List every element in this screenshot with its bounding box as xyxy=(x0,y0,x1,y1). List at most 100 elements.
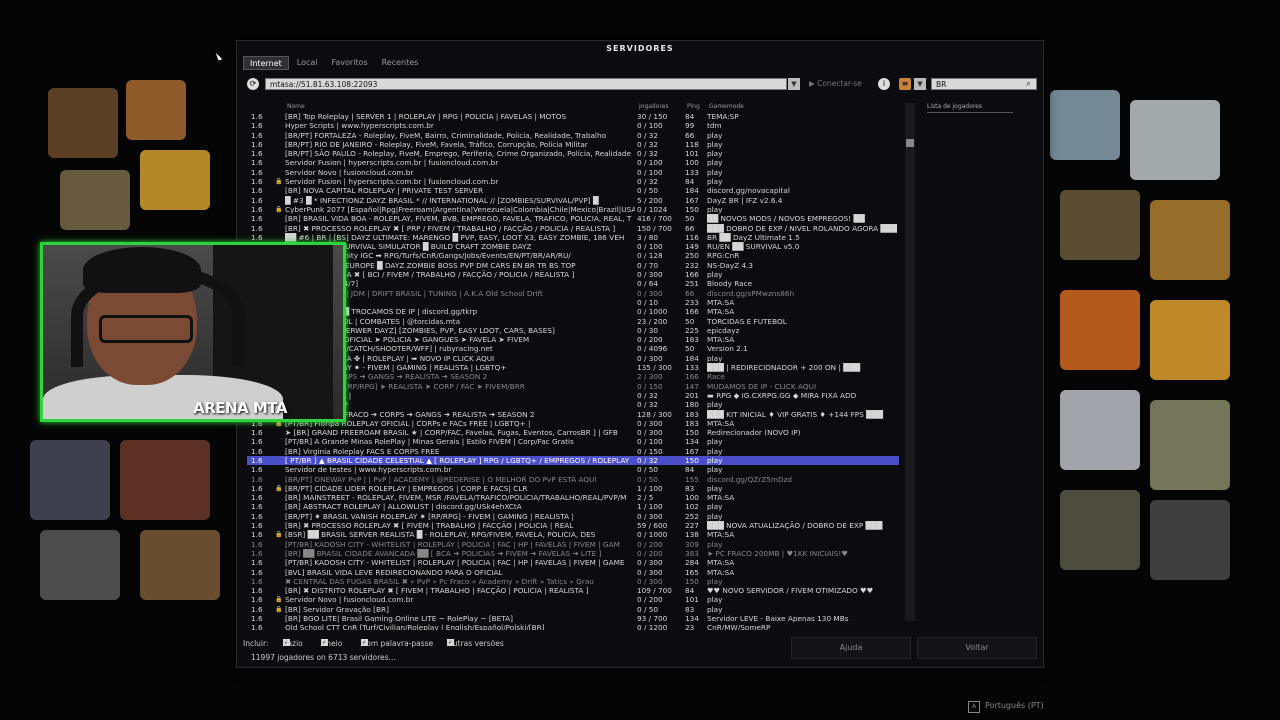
server-row[interactable]: 1.6 [PT/BR] KADOSH CITY - WHITELIST | ROL… xyxy=(247,540,899,549)
server-players: 2 / 300 xyxy=(637,372,663,382)
server-gamemode: RPG:CnR xyxy=(707,251,740,261)
lock-icon: 🔒 xyxy=(275,596,283,604)
column-name[interactable]: Nome xyxy=(287,103,305,110)
server-name: ██ #6 | BR | [BS] DAYZ ULTIMATE: MARENGO… xyxy=(285,232,625,242)
server-gamemode: ➤ PC FRACO 200MB | ♥1KK INICIAIS!♥ xyxy=(707,548,848,558)
address-dropdown-icon[interactable]: ▼ xyxy=(788,78,800,90)
server-gamemode: RU/EN ██ SURVIVAL v5.0 xyxy=(707,242,800,252)
server-row[interactable]: 1.6 [BR/PT] SÃO PAULO - Roleplay, FiveM, … xyxy=(247,149,899,158)
server-row[interactable]: 1.6 [BR] Virginia Roleplay FACS E CORPS F… xyxy=(247,447,899,456)
server-row[interactable]: 1.6 [PT/BR] A Grande Minas RolePlay | Min… xyxy=(247,437,899,446)
server-players: 0 / 32 xyxy=(637,177,659,187)
server-name: [BR] NOVA CAPITAL ROLEPLAY | PRIVATE TES… xyxy=(285,186,484,196)
server-name: [PT/BR] KADOSH CITY - WHITELIST | ROLEPL… xyxy=(285,558,625,568)
server-row[interactable]: 1.6 [BR] MAINSTREET - ROLEPLAY, FIVEM, MS… xyxy=(247,493,899,502)
column-players[interactable]: Jogadores xyxy=(639,103,669,110)
server-players: 0 / 300 xyxy=(637,428,663,438)
server-gamemode: play xyxy=(707,539,723,549)
server-players: 0 / 150 xyxy=(637,446,663,456)
info-icon[interactable]: i xyxy=(878,78,890,90)
server-row[interactable]: 1.6 Old School CTT CnR [Turf/Civilian/Rol… xyxy=(247,623,899,630)
server-name: [BSR] ██ BRASIL SERVER REALISTA █ - ROLE… xyxy=(285,530,596,540)
server-gamemode: play xyxy=(707,177,723,187)
server-row[interactable]: 1.6 [BR] BRASIL VIDA BOA - ROLEPLAY, FIVE… xyxy=(247,214,899,223)
scrollbar-thumb[interactable] xyxy=(906,139,914,147)
tab-favorites[interactable]: Favoritos xyxy=(326,56,374,70)
server-row[interactable]: 1.6 [BR/PT] FORTALEZA - Roleplay, FiveM, … xyxy=(247,131,899,140)
column-gamemode[interactable]: Gamemode xyxy=(709,103,744,110)
server-ping: 183 xyxy=(685,418,699,428)
server-players: 0 / 10 xyxy=(637,297,659,307)
server-ping: 167 xyxy=(685,195,699,205)
server-version: 1.6 xyxy=(251,576,263,586)
server-row[interactable]: 1.6 ██ #6 | BR | [BS] DAYZ ULTIMATE: MARE… xyxy=(247,233,899,242)
server-row[interactable]: 1.6 [BR] BGO LITE| Brasil Gaming Online L… xyxy=(247,614,899,623)
server-row[interactable]: 1.6 [PT/BR] KADOSH CITY - WHITELIST | ROL… xyxy=(247,558,899,567)
server-ping: 167 xyxy=(685,446,699,456)
server-row[interactable]: 1.6 [BR] ✖ DISTRITO ROLEPLAY ✖ [ FIVEM | … xyxy=(247,586,899,595)
server-gamemode: play xyxy=(707,437,723,447)
server-row[interactable]: 1.6 █ #3 █ * INFECTIONZ DAYZ BRASIL * // … xyxy=(247,196,899,205)
server-row[interactable]: 1.6 [ PT/BR ] ▲ BRASIL CIDADE CELESTIAL ▲… xyxy=(247,455,899,466)
server-row[interactable]: 1.6 [BR] NOVA CAPITAL ROLEPLAY | PRIVATE … xyxy=(247,186,899,195)
server-players: 0 / 1000 xyxy=(637,530,668,540)
address-input[interactable]: mtasa://51.81.63.108:22093 xyxy=(265,78,787,90)
tab-recent[interactable]: Recentes xyxy=(376,56,425,70)
server-players: 0 / 200 xyxy=(637,595,663,605)
server-version: 1.6 xyxy=(251,195,263,205)
server-row[interactable]: 1.6 [BR/PT] ✷ BRASIL VANISH ROLEPLAY ✷ [R… xyxy=(247,512,899,521)
server-gamemode: play xyxy=(707,270,723,280)
tab-local[interactable]: Local xyxy=(291,56,324,70)
search-icon[interactable]: ⌕ xyxy=(1026,78,1031,90)
server-version: 1.6 xyxy=(251,167,263,177)
search-input[interactable]: BR xyxy=(931,78,1037,90)
server-gamemode: Version 2.1 xyxy=(707,344,748,354)
server-ping: 84 xyxy=(685,112,695,121)
server-row[interactable]: 1.6 [BR] ✖ PROCESSO ROLEPLAY ✖ [ PRP / FI… xyxy=(247,224,899,233)
server-players: 1 / 100 xyxy=(637,502,663,512)
server-row[interactable]: 1.6 🔒 Servidor Novo | fusioncloud.com.br 0 … xyxy=(247,595,899,604)
server-row[interactable]: 1.6 Servidor de testes | www.hyperscripts… xyxy=(247,465,899,474)
server-row[interactable]: 1.6 Servidor Novo | fusioncloud.com.br 0 /… xyxy=(247,168,899,177)
server-row[interactable]: 1.6 [BR/PT] ONEWAY PvP | | PvP | ACADEMY … xyxy=(247,475,899,484)
server-gamemode: MUDAMOS DE IP - CLICK AQUI xyxy=(707,381,817,391)
refresh-icon[interactable]: ⟳ xyxy=(247,78,259,90)
server-row[interactable]: 1.6 [BR] ABSTRACT ROLEPLAY | ALLOWLIST | … xyxy=(247,502,899,511)
tab-internet[interactable]: Internet xyxy=(243,56,289,70)
server-row[interactable]: 1.6 ➤ [BR] GRAND FREEROAM BRASIL ★ | CORP… xyxy=(247,428,899,437)
server-gamemode: Bloody Race xyxy=(707,279,753,289)
server-ping: 83 xyxy=(685,604,695,614)
server-row[interactable]: 1.6 [BR] Top Roleplay | SERVER 1 | ROLEPL… xyxy=(247,112,899,121)
lock-icon: 🔒 xyxy=(275,484,283,492)
server-row[interactable]: 1.6 🔒 CyberPunk 2077 [Español|Rpg|Freeroam… xyxy=(247,205,899,214)
server-row[interactable]: 1.6 [BR/PT] RIO DE JANEIRO - Roleplay, Fi… xyxy=(247,140,899,149)
back-button[interactable]: Voltar xyxy=(917,637,1037,659)
server-row[interactable]: 1.6 🔒 [BR/PT] CIDADE LIDER ROLEPLAY | EMPR… xyxy=(247,484,899,493)
column-ping[interactable]: Ping xyxy=(687,103,700,110)
server-row[interactable]: 1.6 [BVL] BRASIL VIDA LEVE REDIRECIONANDO… xyxy=(247,568,899,577)
server-players: 59 / 600 xyxy=(637,521,668,531)
server-row[interactable]: 1.6 🔒 [BR] Servidor Gravação [BR] 0 / 50 83 p… xyxy=(247,605,899,614)
connect-button[interactable]: ▶ Conectar-se xyxy=(809,78,862,90)
server-name: Servidor Fusion | hyperscripts.com.br | … xyxy=(285,158,499,168)
server-row[interactable]: 1.6 [BR] ██ BRASIL CIDADE AVANCADA ██ [ B… xyxy=(247,549,899,558)
server-row[interactable]: 1.6 🔒 Servidor Fusion | hyperscripts.com.b… xyxy=(247,177,899,186)
language-icon: A xyxy=(968,701,980,713)
server-row[interactable]: 1.6 Hyper Scripts | www.hyperscripts.com.… xyxy=(247,121,899,130)
server-ping: 383 xyxy=(685,548,699,558)
server-name: [PT/BR] KADOSH CITY - WHITELIST | ROLEPL… xyxy=(285,539,620,549)
server-name: [ PT/BR ] ▲ BRASIL CIDADE CELESTIAL ▲ [ … xyxy=(285,455,630,465)
language-indicator[interactable]: A Português (PT) xyxy=(968,701,1044,713)
server-row[interactable]: 1.6 🔒 [BSR] ██ BRASIL SERVER REALISTA █ - … xyxy=(247,530,899,539)
server-version: 1.6 xyxy=(251,558,263,568)
filter-icon[interactable]: ≡ xyxy=(899,78,911,90)
server-gamemode: tdm xyxy=(707,121,722,131)
server-row[interactable]: 1.6 [BR] ✖ PROCESSO ROLEPLAY ✖ [ FIVEM | … xyxy=(247,521,899,530)
help-button[interactable]: Ajuda xyxy=(791,637,911,659)
scrollbar[interactable] xyxy=(905,103,915,621)
server-row[interactable]: 1.6 Servidor Fusion | hyperscripts.com.br… xyxy=(247,158,899,167)
player-list-label: Lista de jogadores xyxy=(927,103,982,110)
server-gamemode: play xyxy=(707,455,723,465)
filter-dropdown-icon[interactable]: ▼ xyxy=(914,78,926,90)
server-row[interactable]: 1.6 ✖ CENTRAL DAS FUGAS BRASIL ✖ » PvP » … xyxy=(247,577,899,586)
